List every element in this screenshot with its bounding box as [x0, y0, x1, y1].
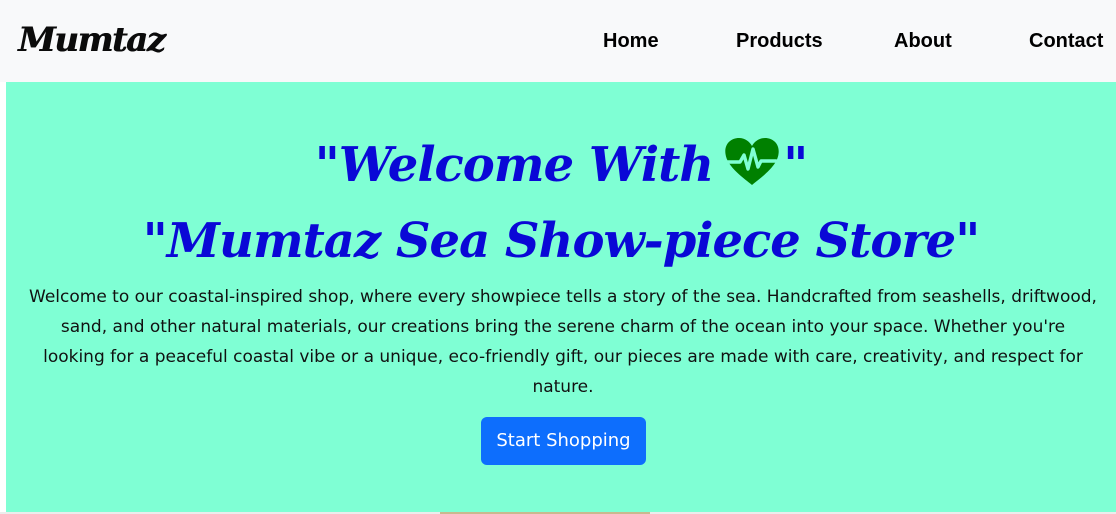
hero-title-quote-end: " — [783, 137, 808, 193]
nav-link-contact[interactable]: Contact — [1029, 27, 1103, 55]
navbar: Mumtaz Home Products About Contact — [0, 0, 1116, 82]
hero-title-line-1: "Welcome With " — [6, 134, 1116, 196]
nav-link-about[interactable]: About — [894, 27, 952, 55]
heart-pulse-icon — [725, 138, 779, 185]
nav-link-products[interactable]: Products — [736, 27, 823, 55]
hero-intro-text: Welcome to our coastal-inspired shop, wh… — [29, 287, 1097, 397]
start-shopping-button[interactable]: Start Shopping — [481, 417, 646, 465]
hero-title-line-2: "Mumtaz Sea Show-piece Store" — [142, 213, 980, 269]
brand-logo[interactable]: Mumtaz — [18, 16, 166, 64]
hero-title-text: "Welcome With — [314, 137, 714, 193]
hero-section: "Welcome With " "Mumtaz Sea Show-piece S… — [6, 82, 1116, 512]
nav-link-home[interactable]: Home — [603, 27, 659, 55]
